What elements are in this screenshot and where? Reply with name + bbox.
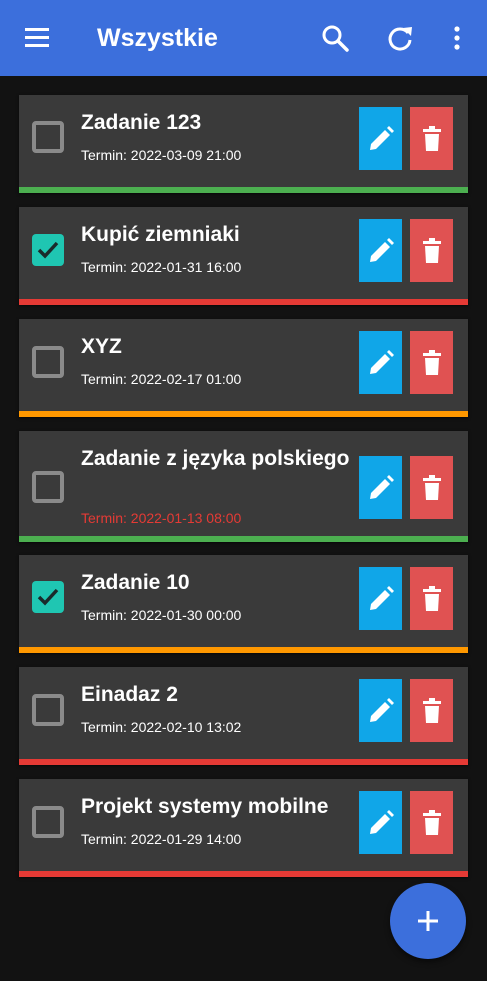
delete-button[interactable]	[410, 679, 453, 742]
search-icon[interactable]	[319, 22, 351, 54]
task-due-date: Termin: 2022-01-13 08:00	[81, 510, 242, 526]
task-title: Zadanie 123	[81, 111, 202, 134]
priority-bar	[19, 187, 468, 193]
delete-button[interactable]	[410, 107, 453, 170]
task-card: XYZ Termin: 2022-02-17 01:00	[19, 319, 468, 417]
delete-button[interactable]	[410, 219, 453, 282]
trash-icon	[423, 810, 441, 835]
task-title: Einadaz 2	[81, 683, 178, 706]
edit-button[interactable]	[359, 456, 402, 519]
trash-icon	[423, 698, 441, 723]
more-vert-icon[interactable]	[441, 22, 473, 54]
task-card: Zadanie 123 Termin: 2022-03-09 21:00	[19, 95, 468, 193]
check-icon	[37, 241, 59, 259]
task-checkbox[interactable]	[32, 806, 64, 838]
trash-icon	[423, 350, 441, 375]
task-title: Zadanie z języka polskiego	[81, 447, 350, 470]
pencil-icon	[370, 698, 394, 722]
edit-button[interactable]	[359, 791, 402, 854]
task-due-date: Termin: 2022-01-29 14:00	[81, 831, 242, 847]
task-due-date: Termin: 2022-01-31 16:00	[81, 259, 242, 275]
trash-icon	[423, 126, 441, 151]
check-icon	[37, 588, 59, 606]
edit-button[interactable]	[359, 107, 402, 170]
page-title: Wszystkie	[97, 24, 218, 52]
trash-icon	[423, 586, 441, 611]
edit-button[interactable]	[359, 331, 402, 394]
task-checkbox[interactable]	[32, 234, 64, 266]
task-title: Projekt systemy mobilne	[81, 795, 329, 818]
refresh-icon[interactable]	[384, 22, 416, 54]
task-checkbox[interactable]	[32, 346, 64, 378]
task-card: Kupić ziemniaki Termin: 2022-01-31 16:00	[19, 207, 468, 305]
priority-bar	[19, 411, 468, 417]
priority-bar	[19, 647, 468, 653]
app-bar: Wszystkie	[0, 0, 487, 76]
delete-button[interactable]	[410, 456, 453, 519]
delete-button[interactable]	[410, 791, 453, 854]
edit-button[interactable]	[359, 219, 402, 282]
pencil-icon	[370, 126, 394, 150]
delete-button[interactable]	[410, 567, 453, 630]
task-due-date: Termin: 2022-03-09 21:00	[81, 147, 242, 163]
task-due-date: Termin: 2022-02-17 01:00	[81, 371, 242, 387]
task-title: Zadanie 10	[81, 571, 190, 594]
priority-bar	[19, 536, 468, 542]
task-due-date: Termin: 2022-02-10 13:02	[81, 719, 242, 735]
trash-icon	[423, 475, 441, 500]
task-checkbox[interactable]	[32, 121, 64, 153]
task-card: Projekt systemy mobilne Termin: 2022-01-…	[19, 779, 468, 877]
pencil-icon	[370, 810, 394, 834]
task-title: Kupić ziemniaki	[81, 223, 240, 246]
pencil-icon	[370, 586, 394, 610]
edit-button[interactable]	[359, 679, 402, 742]
menu-icon[interactable]	[22, 24, 54, 52]
add-icon	[418, 911, 438, 931]
trash-icon	[423, 238, 441, 263]
task-card: Zadanie z języka polskiego Termin: 2022-…	[19, 431, 468, 542]
edit-button[interactable]	[359, 567, 402, 630]
task-checkbox[interactable]	[32, 694, 64, 726]
add-task-button[interactable]	[390, 883, 466, 959]
task-title: XYZ	[81, 335, 122, 358]
task-checkbox[interactable]	[32, 471, 64, 503]
pencil-icon	[370, 238, 394, 262]
task-card: Zadanie 10 Termin: 2022-01-30 00:00	[19, 555, 468, 653]
task-card: Einadaz 2 Termin: 2022-02-10 13:02	[19, 667, 468, 765]
delete-button[interactable]	[410, 331, 453, 394]
task-due-date: Termin: 2022-01-30 00:00	[81, 607, 242, 623]
task-checkbox[interactable]	[32, 581, 64, 613]
priority-bar	[19, 871, 468, 877]
priority-bar	[19, 299, 468, 305]
pencil-icon	[370, 350, 394, 374]
pencil-icon	[370, 475, 394, 499]
priority-bar	[19, 759, 468, 765]
